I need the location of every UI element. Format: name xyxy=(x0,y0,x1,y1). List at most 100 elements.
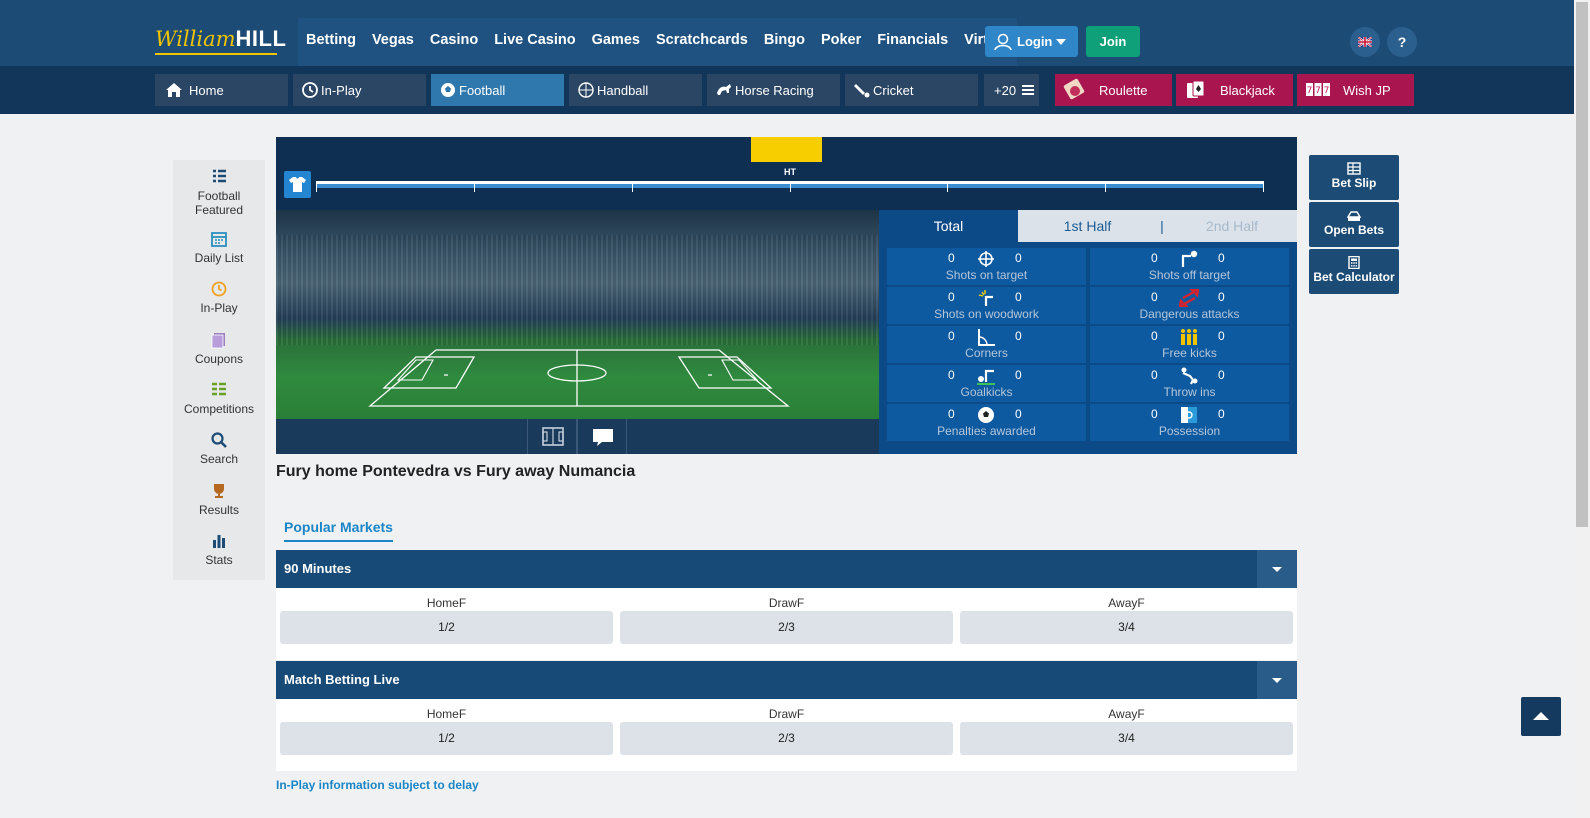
tab-home[interactable]: Home xyxy=(155,74,288,106)
team-shirt-button[interactable] xyxy=(284,171,311,198)
timeline-tick xyxy=(1263,181,1264,192)
stat-possession: 0 0 Possession xyxy=(1090,404,1289,441)
sidebar-label-results: Results xyxy=(198,503,239,517)
bet-calculator-label: Bet Calculator xyxy=(1313,270,1395,284)
coupon-icon xyxy=(211,333,225,349)
tab-cricket[interactable]: Cricket xyxy=(845,74,978,106)
stat-away-value: 0 xyxy=(1218,251,1225,265)
handball-icon xyxy=(578,82,594,98)
sidebar-item-in-play[interactable]: In-Play xyxy=(173,280,265,315)
match-title: Fury home Pontevedra vs Fury away Numanc… xyxy=(276,463,636,480)
cards-icon xyxy=(1187,80,1205,98)
commentary-button[interactable] xyxy=(577,419,627,454)
sidebar-label-competitions: Competitions xyxy=(183,402,255,416)
half-time-label: HT xyxy=(784,167,796,177)
stat-away-value: 0 xyxy=(1015,407,1022,421)
odds-button-away[interactable]: 3/4 xyxy=(960,722,1293,755)
stat-away-value: 0 xyxy=(1015,368,1022,382)
stat-label: Possession xyxy=(1158,424,1221,438)
in-play-delay-note[interactable]: In-Play information subject to delay xyxy=(276,778,479,792)
sports-nav: Home In-Play Football Handball Horse Rac… xyxy=(0,66,1574,114)
tab-cricket-label: Cricket xyxy=(873,82,914,98)
timeline-tick xyxy=(316,181,317,192)
competitions-icon xyxy=(212,382,226,396)
tab-horse-racing-label: Horse Racing xyxy=(735,82,814,98)
logo-underline xyxy=(155,53,277,55)
sidebar-item-search[interactable]: Search xyxy=(173,431,265,466)
scroll-to-top-button[interactable] xyxy=(1521,697,1561,736)
list-icon xyxy=(213,169,226,183)
tab-popular-markets[interactable]: Popular Markets xyxy=(284,519,393,542)
market-collapse-button[interactable] xyxy=(1257,661,1297,699)
stat-label: Shots off target xyxy=(1148,268,1231,282)
page-scrollbar[interactable] xyxy=(1574,0,1590,818)
tab-total[interactable]: Total xyxy=(879,210,1018,242)
nav-scratchcards[interactable]: Scratchcards xyxy=(648,18,756,66)
more-sports-button[interactable]: +20 xyxy=(984,74,1039,106)
odds-button-draw[interactable]: 2/3 xyxy=(620,611,953,644)
open-bets-button[interactable]: Open Bets xyxy=(1309,202,1399,247)
timeline-tick xyxy=(790,181,791,192)
promo-blackjack[interactable]: Blackjack xyxy=(1176,74,1293,106)
sidebar-item-results[interactable]: Results xyxy=(173,482,265,517)
user-icon xyxy=(994,33,1012,50)
promo-wish-jp[interactable]: 777 Wish JP xyxy=(1297,74,1414,106)
woodwork-icon xyxy=(978,290,993,306)
open-bets-icon xyxy=(1347,211,1361,221)
tab-first-half[interactable]: 1st Half xyxy=(1018,210,1157,242)
selection-label-home: HomeF xyxy=(426,596,467,610)
login-button[interactable]: Login xyxy=(985,26,1078,57)
market-header-match-betting-live[interactable]: Match Betting Live xyxy=(276,661,1297,699)
sidebar-label-search: Search xyxy=(199,452,239,466)
stat-home-value: 0 xyxy=(1151,251,1158,265)
nav-financials[interactable]: Financials xyxy=(869,18,956,66)
selection-label-away: AwayF xyxy=(1108,596,1145,610)
tab-football[interactable]: Football xyxy=(431,74,564,106)
promo-blackjack-label: Blackjack xyxy=(1220,82,1275,98)
svg-text:7: 7 xyxy=(1307,86,1313,96)
odds-button-draw[interactable]: 2/3 xyxy=(620,722,953,755)
market-header-90-minutes[interactable]: 90 Minutes xyxy=(276,550,1297,588)
promo-roulette[interactable]: Roulette xyxy=(1055,74,1172,106)
tab-second-half[interactable]: 2nd Half xyxy=(1167,210,1297,242)
william-hill-logo[interactable]: William HILL xyxy=(155,26,286,56)
bet-slip-button[interactable]: Bet Slip xyxy=(1309,155,1399,200)
top-header: William HILL Betting Vegas Casino Live C… xyxy=(0,0,1574,66)
attack-arrows-icon xyxy=(1179,289,1199,307)
chevron-down-icon xyxy=(1272,567,1282,572)
sidebar-item-competitions[interactable]: Competitions xyxy=(173,381,265,416)
nav-casino[interactable]: Casino xyxy=(422,18,486,66)
stat-label: Corners xyxy=(965,346,1008,360)
tab-handball[interactable]: Handball xyxy=(569,74,702,106)
nav-vegas[interactable]: Vegas xyxy=(364,18,422,66)
more-sports-label: +20 xyxy=(994,82,1017,98)
scrollbar-thumb[interactable] xyxy=(1576,2,1588,527)
timeline-tick xyxy=(632,181,633,192)
nav-betting[interactable]: Betting xyxy=(298,18,364,66)
pitch-view-button[interactable] xyxy=(527,419,577,454)
nav-bingo[interactable]: Bingo xyxy=(756,18,813,66)
bet-calculator-button[interactable]: Bet Calculator xyxy=(1309,249,1399,294)
language-flag-button[interactable] xyxy=(1350,27,1380,57)
nav-games[interactable]: Games xyxy=(584,18,648,66)
nav-poker[interactable]: Poker xyxy=(813,18,869,66)
odds-button-away[interactable]: 3/4 xyxy=(960,611,1293,644)
main-nav: Betting Vegas Casino Live Casino Games S… xyxy=(298,18,1018,66)
market-collapse-button[interactable] xyxy=(1257,550,1297,588)
sidebar-label-coupons: Coupons xyxy=(194,352,244,366)
nav-live-casino[interactable]: Live Casino xyxy=(486,18,583,66)
sidebar-item-football-featured[interactable]: Football Featured xyxy=(173,168,265,217)
join-button[interactable]: Join xyxy=(1086,26,1140,57)
odds-button-home[interactable]: 1/2 xyxy=(280,611,613,644)
sidebar-item-daily-list[interactable]: Daily List xyxy=(173,230,265,265)
tab-horse-racing[interactable]: Horse Racing xyxy=(707,74,840,106)
sidebar-item-coupons[interactable]: Coupons xyxy=(173,331,265,366)
sidebar-item-stats[interactable]: Stats xyxy=(173,532,265,567)
uk-flag-icon xyxy=(1357,36,1373,48)
login-label: Login xyxy=(1017,34,1053,49)
odds-button-home[interactable]: 1/2 xyxy=(280,722,613,755)
help-button[interactable]: ? xyxy=(1387,27,1417,57)
crosshair-icon xyxy=(978,251,994,267)
tab-in-play[interactable]: In-Play xyxy=(293,74,426,106)
sidebar-label-in-play: In-Play xyxy=(200,301,238,315)
